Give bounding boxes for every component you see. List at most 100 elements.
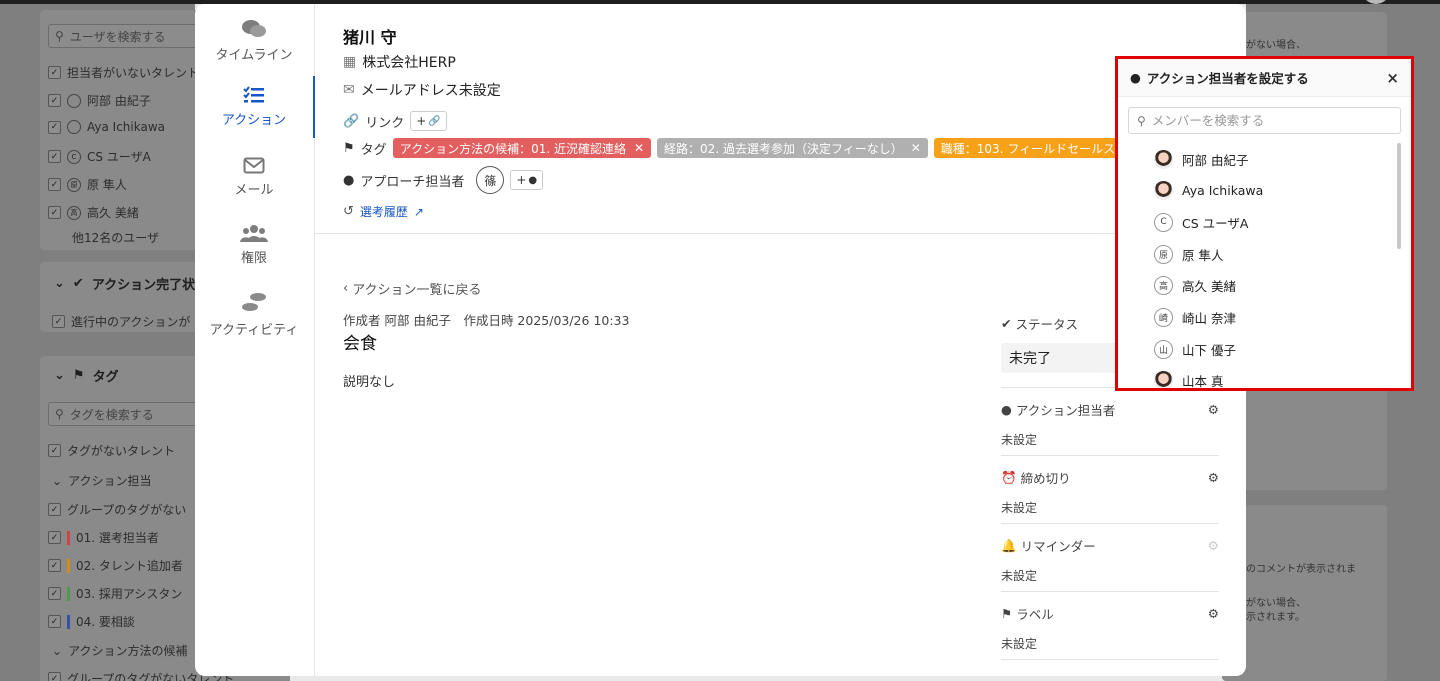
avatar: C — [67, 149, 81, 164]
avatar: 原 — [1154, 244, 1173, 264]
remove-tag-icon[interactable]: ✕ — [911, 141, 921, 155]
background-tag-filter[interactable]: ✓ タグがないタレント — [48, 442, 175, 459]
tag-color-bar — [67, 586, 70, 601]
chevron-left-icon: ‹ — [343, 281, 349, 296]
user-icon: ● — [343, 172, 355, 188]
selection-history-link[interactable]: 選考履歴 — [360, 203, 408, 220]
avatar — [67, 93, 81, 108]
nav-action[interactable]: アクション — [195, 76, 315, 138]
background-group-tag[interactable]: ✓ 04. 要相談 — [48, 613, 135, 630]
checkbox[interactable]: ✓ — [48, 531, 61, 544]
owner-section: ● アクション担当者 ⚙ 未設定 — [1001, 387, 1219, 448]
member-name: 原 隼人 — [1182, 247, 1224, 263]
gear-icon[interactable]: ⚙ — [1208, 470, 1219, 485]
background-user-filter[interactable]: ✓ Aya Ichikawa — [48, 120, 165, 134]
checkbox[interactable]: ✓ — [48, 120, 61, 134]
search-icon: ⚲ — [55, 407, 64, 421]
background-right-text: がない場合、 — [1246, 598, 1306, 609]
deadline-value: 未設定 — [1001, 501, 1038, 515]
add-link-button[interactable]: + 🔗 — [410, 111, 447, 131]
external-link-icon: ↗ — [413, 204, 424, 219]
background-group-tag[interactable]: ✓ 03. 採用アシスタン — [48, 585, 182, 602]
owner-value: 未設定 — [1001, 433, 1038, 447]
background-action-done-heading[interactable]: ⌄ ✔ アクション完了状態 — [54, 274, 208, 293]
checkbox[interactable]: ✓ — [48, 206, 61, 219]
avatar: 崎 — [1154, 308, 1173, 327]
back-to-action-list[interactable]: ‹ アクション一覧に戻る — [343, 279, 482, 298]
checkbox[interactable]: ✓ — [52, 315, 65, 328]
background-right-card-2 — [1222, 505, 1387, 681]
nav-timeline[interactable]: タイムライン — [195, 10, 313, 72]
background-user-filter[interactable]: ✓ 担当者がいないタレント — [48, 64, 199, 81]
background-group-tag[interactable]: ✓ 02. タレント追加者 — [48, 557, 183, 574]
tag-chip[interactable]: 職種：103. フィールドセールス — [933, 138, 1123, 158]
tag-chip[interactable]: 経路：02. 過去選考参加（決定フィーなし） ✕ — [657, 138, 928, 158]
background-group-tag[interactable]: ✓ 01. 選考担当者 — [48, 529, 159, 546]
background-tag-heading[interactable]: ⌄ ⚑ タグ — [54, 366, 119, 385]
avatar — [67, 120, 81, 134]
gear-icon: ⚙ — [1207, 538, 1219, 553]
checkbox[interactable]: ✓ — [48, 444, 61, 457]
gear-icon[interactable]: ⚙ — [1208, 402, 1219, 417]
modal-side-nav: タイムライン アクション メール 権限 アクティビティ — [195, 4, 315, 676]
building-icon: ▦ — [343, 54, 357, 70]
checkbox[interactable]: ✓ — [48, 150, 61, 163]
tag-icon: ⚑ — [72, 368, 85, 383]
member-option[interactable]: 阿部 由紀子 — [1154, 145, 1248, 173]
member-search[interactable]: ⚲ — [1128, 107, 1401, 134]
background-group-method[interactable]: ⌄ アクション方法の候補 — [52, 642, 187, 659]
approach-owner-avatar[interactable]: 篠 — [476, 166, 505, 194]
member-option[interactable]: Aya Ichikawa — [1154, 177, 1263, 205]
avatar: 高 — [1154, 276, 1173, 296]
label-value: 未設定 — [1001, 637, 1038, 651]
checkbox[interactable]: ✓ — [48, 66, 61, 79]
background-user-filter[interactable]: ✓ 高高久 美緒 — [48, 204, 139, 221]
member-option[interactable]: 山山下 優子 — [1154, 335, 1236, 363]
background-user-filter[interactable]: ✓ 原原 隼人 — [48, 176, 127, 193]
checkbox[interactable]: ✓ — [48, 615, 61, 628]
assign-owner-popover: ●アクション担当者を設定する × ⚲ 阿部 由紀子 Aya Ichikawa C CS… — [1118, 59, 1411, 388]
checkbox[interactable]: ✓ — [48, 672, 61, 681]
header-divider — [315, 233, 1246, 234]
status-select[interactable]: 未完了 — [1001, 343, 1121, 373]
deadline-section: ⏰ 締め切り ⚙ 未設定 — [1001, 455, 1219, 516]
close-icon[interactable]: × — [1386, 69, 1399, 87]
gear-icon[interactable]: ⚙ — [1208, 606, 1219, 621]
approach-row: ● アプローチ担当者 篠 + ● — [343, 166, 544, 194]
nav-activity[interactable]: アクティビティ — [195, 284, 313, 346]
nav-permission[interactable]: 権限 — [195, 214, 313, 276]
background-action-done-filter[interactable]: ✓ 進行中のアクションが — [52, 313, 190, 330]
tag-icon: ⚑ — [1001, 606, 1013, 621]
alarm-icon: ⏰ — [1001, 469, 1017, 485]
background-user-filter[interactable]: ✓ 阿部 由紀子 — [48, 92, 151, 109]
background-tag-search[interactable]: ⚲ タグを検索する — [48, 402, 198, 426]
remove-tag-icon[interactable]: ✕ — [634, 141, 644, 155]
avatar: 山 — [1154, 339, 1173, 359]
member-option[interactable]: 崎崎山 奈津 — [1154, 304, 1236, 332]
member-name: 山本 真 — [1182, 374, 1224, 388]
member-name: CS ユーザA — [1182, 215, 1249, 231]
checkbox[interactable]: ✓ — [48, 503, 61, 516]
member-option[interactable]: 高高久 美緒 — [1154, 272, 1236, 300]
company-row: ▦ 株式会社HERP — [343, 54, 456, 71]
nav-mail[interactable]: メール — [195, 146, 313, 208]
background-group-tag[interactable]: ✓ グループのタグがない — [48, 501, 186, 518]
checkbox[interactable]: ✓ — [48, 94, 61, 107]
member-option[interactable]: C CS ユーザA — [1154, 208, 1248, 236]
tag-icon: ⚑ — [343, 140, 355, 156]
checkbox[interactable]: ✓ — [48, 178, 61, 191]
member-search-input[interactable] — [1151, 113, 1382, 128]
member-option[interactable]: 山本 真 — [1154, 367, 1223, 388]
tag-chip[interactable]: アクション方法の候補：01. 近況確認連絡 ✕ — [392, 138, 652, 158]
background-more-users[interactable]: 他12名のユーザ — [72, 229, 159, 246]
member-option[interactable]: 原原 隼人 — [1154, 240, 1223, 268]
background-group-action-owner[interactable]: ⌄ アクション担当 — [52, 472, 151, 489]
background-user-filter[interactable]: ✓ C CS ユーザA — [48, 148, 151, 165]
checkbox[interactable]: ✓ — [48, 587, 61, 600]
scrollbar[interactable] — [1397, 143, 1401, 249]
add-approach-owner-button[interactable]: + ● — [510, 170, 544, 190]
checkbox[interactable]: ✓ — [48, 559, 61, 572]
background-user-search[interactable]: ⚲ ユーザを検索する — [48, 24, 198, 48]
user-icon: ● — [528, 174, 538, 186]
link-icon: 🔗 — [343, 113, 360, 129]
